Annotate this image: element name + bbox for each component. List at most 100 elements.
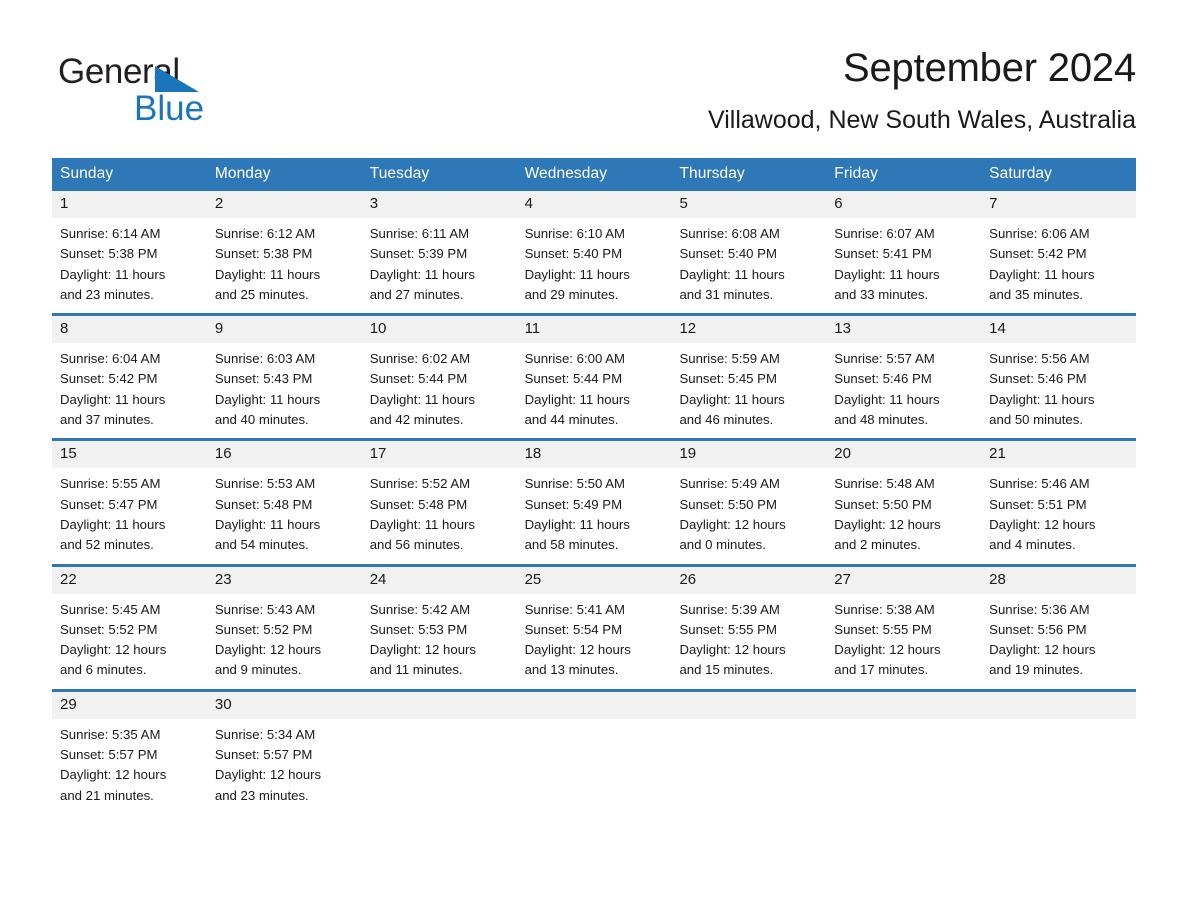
- weekday-header-wednesday: Wednesday: [524, 165, 608, 182]
- sunrise-text: Sunrise: 6:06 AM: [989, 226, 1090, 241]
- day-number: [671, 691, 827, 719]
- sunset-text: Sunset: 5:42 PM: [60, 371, 158, 387]
- weekday-header-tuesday: Tuesday: [369, 165, 430, 182]
- day-number: 12: [671, 316, 827, 344]
- sunset-text: Sunset: 5:50 PM: [834, 496, 932, 512]
- day-cell[interactable]: 24 Sunrise: 5:42 AM Sunset: 5:53 PM Dayl…: [361, 566, 517, 689]
- daylight-text-line2: and 27 minutes.: [369, 286, 464, 302]
- day-details: Sunrise: 6:06 AM Sunset: 5:42 PM Dayligh…: [981, 218, 1136, 313]
- sunrise-text: Sunrise: 5:50 AM: [524, 476, 626, 492]
- daylight-text-line1: Daylight: 12 hours: [369, 642, 477, 658]
- day-number: 21: [981, 441, 1137, 469]
- daylight-text-line2: and 11 minutes.: [369, 662, 463, 678]
- day-details: [517, 719, 672, 799]
- sunset-text: Sunset: 5:52 PM: [214, 621, 313, 637]
- day-cell[interactable]: 23 Sunrise: 5:43 AM Sunset: 5:52 PM Dayl…: [206, 566, 362, 689]
- day-cell[interactable]: 25 Sunrise: 5:41 AM Sunset: 5:54 PM Dayl…: [516, 566, 672, 689]
- daylight-text-line2: and 9 minutes.: [214, 662, 302, 678]
- daylight-text-line1: Daylight: 12 hours: [60, 642, 167, 658]
- day-number: 10: [361, 316, 517, 344]
- daylight-text-line1: Daylight: 11 hours: [60, 391, 166, 407]
- calendar-week-row: 15 Sunrise: 5:55 AM Sunset: 5:47 PM Dayl…: [52, 438, 1137, 564]
- day-cell[interactable]: 6 Sunrise: 6:07 AM Sunset: 5:41 PM Dayli…: [826, 191, 982, 314]
- day-cell[interactable]: 4 Sunrise: 6:10 AM Sunset: 5:40 PM Dayli…: [516, 191, 672, 314]
- day-cell[interactable]: 28 Sunrise: 5:36 AM Sunset: 5:56 PM Dayl…: [981, 566, 1137, 689]
- day-cell[interactable]: 18 Sunrise: 5:50 AM Sunset: 5:49 PM Dayl…: [516, 441, 672, 564]
- day-details: Sunrise: 6:14 AM Sunset: 5:38 PM Dayligh…: [52, 218, 207, 313]
- daylight-text-line2: and 42 minutes.: [369, 412, 464, 428]
- daylight-text-line1: Daylight: 11 hours: [60, 266, 166, 282]
- sunset-text: Sunset: 5:42 PM: [989, 246, 1087, 262]
- day-number: [516, 691, 672, 719]
- day-cell[interactable]: 29 Sunrise: 5:35 AM Sunset: 5:57 PM Dayl…: [52, 691, 207, 814]
- day-number: 16: [206, 441, 362, 469]
- sunset-text: Sunset: 5:38 PM: [214, 246, 313, 262]
- daylight-text-line2: and 25 minutes.: [214, 286, 309, 302]
- sunrise-text: Sunrise: 5:49 AM: [679, 476, 780, 492]
- sunrise-text: Sunrise: 6:02 AM: [369, 351, 471, 367]
- day-cell[interactable]: 11 Sunrise: 6:00 AM Sunset: 5:44 PM Dayl…: [516, 316, 672, 439]
- daylight-text-line1: Daylight: 11 hours: [989, 391, 1095, 407]
- day-details: Sunrise: 6:12 AM Sunset: 5:38 PM Dayligh…: [207, 218, 362, 313]
- sunset-text: Sunset: 5:55 PM: [834, 621, 932, 637]
- day-cell[interactable]: 19 Sunrise: 5:49 AM Sunset: 5:50 PM Dayl…: [671, 441, 827, 564]
- day-cell[interactable]: 7 Sunrise: 6:06 AM Sunset: 5:42 PM Dayli…: [981, 191, 1137, 314]
- day-cell[interactable]: 20 Sunrise: 5:48 AM Sunset: 5:50 PM Dayl…: [826, 441, 982, 564]
- day-details: Sunrise: 5:57 AM Sunset: 5:46 PM Dayligh…: [826, 343, 981, 438]
- sunrise-text: Sunrise: 6:03 AM: [214, 351, 316, 367]
- day-details: Sunrise: 5:45 AM Sunset: 5:52 PM Dayligh…: [52, 594, 207, 689]
- weekday-header-friday: Friday: [834, 165, 878, 182]
- day-number: 6: [826, 191, 982, 218]
- day-details: Sunrise: 5:36 AM Sunset: 5:56 PM Dayligh…: [981, 594, 1136, 689]
- day-details: Sunrise: 5:52 AM Sunset: 5:48 PM Dayligh…: [362, 468, 517, 563]
- day-cell[interactable]: 27 Sunrise: 5:38 AM Sunset: 5:55 PM Dayl…: [826, 566, 982, 689]
- daylight-text-line1: Daylight: 11 hours: [214, 266, 321, 282]
- sunset-text: Sunset: 5:51 PM: [989, 496, 1087, 512]
- daylight-text-line1: Daylight: 12 hours: [834, 516, 941, 532]
- day-cell[interactable]: 10 Sunrise: 6:02 AM Sunset: 5:44 PM Dayl…: [361, 316, 517, 439]
- sunrise-text: Sunrise: 6:10 AM: [524, 226, 626, 241]
- day-cell[interactable]: 17 Sunrise: 5:52 AM Sunset: 5:48 PM Dayl…: [361, 441, 517, 564]
- day-cell[interactable]: 13 Sunrise: 5:57 AM Sunset: 5:46 PM Dayl…: [826, 316, 982, 439]
- daylight-text-line1: Daylight: 11 hours: [214, 391, 321, 407]
- sunset-text: Sunset: 5:57 PM: [214, 747, 313, 763]
- sunset-text: Sunset: 5:44 PM: [524, 371, 623, 387]
- day-cell[interactable]: 12 Sunrise: 5:59 AM Sunset: 5:45 PM Dayl…: [671, 316, 827, 439]
- day-cell[interactable]: 14 Sunrise: 5:56 AM Sunset: 5:46 PM Dayl…: [981, 316, 1137, 439]
- daylight-text-line2: and 0 minutes.: [679, 537, 766, 553]
- day-cell[interactable]: 8 Sunrise: 6:04 AM Sunset: 5:42 PM Dayli…: [52, 316, 207, 439]
- day-cell[interactable]: 26 Sunrise: 5:39 AM Sunset: 5:55 PM Dayl…: [671, 566, 827, 689]
- day-details: Sunrise: 5:55 AM Sunset: 5:47 PM Dayligh…: [52, 468, 207, 563]
- daylight-text-line1: Daylight: 11 hours: [214, 516, 321, 532]
- sunset-text: Sunset: 5:48 PM: [369, 496, 468, 512]
- daylight-text-line2: and 31 minutes.: [679, 286, 774, 302]
- day-cell[interactable]: 22 Sunrise: 5:45 AM Sunset: 5:52 PM Dayl…: [52, 566, 207, 689]
- daylight-text-line2: and 29 minutes.: [524, 286, 619, 302]
- day-cell[interactable]: 16 Sunrise: 5:53 AM Sunset: 5:48 PM Dayl…: [206, 441, 362, 564]
- day-cell[interactable]: 1 Sunrise: 6:14 AM Sunset: 5:38 PM Dayli…: [52, 191, 207, 314]
- sunset-text: Sunset: 5:53 PM: [369, 621, 468, 637]
- day-cell[interactable]: 21 Sunrise: 5:46 AM Sunset: 5:51 PM Dayl…: [981, 441, 1137, 564]
- day-number: 9: [206, 316, 362, 344]
- day-cell[interactable]: 3 Sunrise: 6:11 AM Sunset: 5:39 PM Dayli…: [361, 191, 517, 314]
- daylight-text-line2: and 2 minutes.: [834, 537, 921, 553]
- daylight-text-line2: and 54 minutes.: [214, 537, 309, 553]
- daylight-text-line1: Daylight: 11 hours: [524, 391, 630, 407]
- day-details: Sunrise: 5:48 AM Sunset: 5:50 PM Dayligh…: [826, 468, 981, 563]
- sunset-text: Sunset: 5:48 PM: [214, 496, 313, 512]
- day-number: 29: [52, 691, 207, 719]
- day-details: Sunrise: 5:50 AM Sunset: 5:49 PM Dayligh…: [517, 468, 672, 563]
- day-details: Sunrise: 6:03 AM Sunset: 5:43 PM Dayligh…: [207, 343, 362, 438]
- daylight-text-line1: Daylight: 12 hours: [989, 642, 1096, 658]
- sunrise-text: Sunrise: 5:45 AM: [60, 601, 161, 617]
- day-cell[interactable]: 5 Sunrise: 6:08 AM Sunset: 5:40 PM Dayli…: [671, 191, 827, 314]
- daylight-text-line2: and 21 minutes.: [60, 787, 154, 803]
- day-cell[interactable]: 2 Sunrise: 6:12 AM Sunset: 5:38 PM Dayli…: [206, 191, 362, 314]
- day-cell[interactable]: 9 Sunrise: 6:03 AM Sunset: 5:43 PM Dayli…: [206, 316, 362, 439]
- generalblue-logo[interactable]: General Blue: [58, 52, 318, 128]
- day-cell[interactable]: 15 Sunrise: 5:55 AM Sunset: 5:47 PM Dayl…: [52, 441, 207, 564]
- daylight-text-line1: Daylight: 11 hours: [369, 391, 476, 407]
- day-number: 27: [826, 566, 982, 594]
- sunset-text: Sunset: 5:44 PM: [369, 371, 468, 387]
- day-cell[interactable]: 30 Sunrise: 5:34 AM Sunset: 5:57 PM Dayl…: [206, 691, 362, 814]
